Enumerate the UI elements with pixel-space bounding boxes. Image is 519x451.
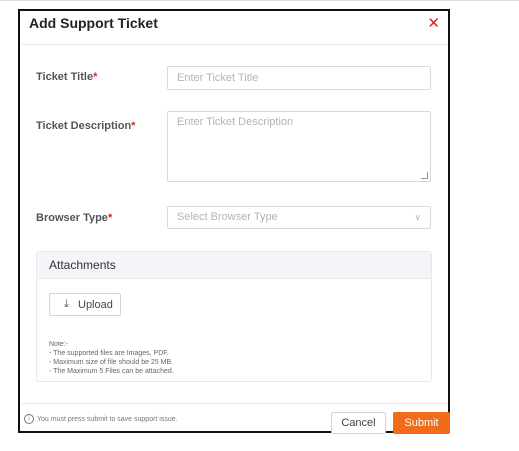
cancel-button[interactable]: Cancel xyxy=(331,412,386,434)
attachments-title: Attachments xyxy=(49,258,116,272)
modal-header: Add Support Ticket ✕ xyxy=(20,11,448,45)
submit-button[interactable]: Submit xyxy=(393,412,450,434)
browser-type-label: Browser Type* xyxy=(36,212,112,224)
ticket-title-input[interactable]: Enter Ticket Title xyxy=(167,66,431,90)
upload-icon: ⤓ xyxy=(64,298,69,310)
upload-label: Upload xyxy=(78,299,113,311)
resize-handle-icon[interactable] xyxy=(421,172,428,179)
modal-footer: i You must press submit to save support i… xyxy=(20,403,450,434)
footer-note: i You must press submit to save support i… xyxy=(24,414,178,424)
ticket-title-label-text: Ticket Title xyxy=(36,71,94,83)
ticket-description-placeholder: Enter Ticket Description xyxy=(177,116,294,128)
footer-note-text: You must press submit to save support is… xyxy=(37,415,178,423)
required-mark: * xyxy=(131,120,136,132)
upload-button[interactable]: ⤓ Upload xyxy=(49,293,121,316)
info-icon: i xyxy=(24,414,34,424)
attachment-notes: Note:- - The supported files are Images,… xyxy=(49,340,174,376)
close-icon[interactable]: ✕ xyxy=(427,15,440,33)
ticket-description-label: Ticket Description* xyxy=(36,120,135,132)
top-divider xyxy=(0,0,519,1)
chevron-down-icon: ∨ xyxy=(414,212,421,222)
ticket-description-textarea[interactable]: Enter Ticket Description xyxy=(167,111,431,182)
browser-type-select[interactable]: Select Browser Type ∨ xyxy=(167,206,431,229)
note-line: - The supported files are Images, PDF. xyxy=(49,350,169,357)
required-mark: * xyxy=(107,212,113,224)
add-support-ticket-modal: Add Support Ticket ✕ Ticket Title* Enter… xyxy=(18,9,450,434)
ticket-title-placeholder: Enter Ticket Title xyxy=(177,72,259,84)
modal-title: Add Support Ticket xyxy=(29,15,158,31)
required-mark: * xyxy=(93,71,98,83)
attachments-header: Attachments xyxy=(37,252,431,279)
note-line: Note:- xyxy=(49,341,69,348)
note-line: - The Maximum 5 Files can be attached. xyxy=(49,368,174,375)
note-line: - Maximum size of file should be 25 MB. xyxy=(49,359,174,366)
browser-type-placeholder: Select Browser Type xyxy=(177,211,278,223)
ticket-title-label: Ticket Title* xyxy=(36,71,97,83)
ticket-description-label-text: Ticket Description xyxy=(36,120,132,132)
attachments-panel: Attachments ⤓ Upload Note:- - The suppor… xyxy=(36,251,432,382)
browser-type-label-text: Browser Type xyxy=(36,212,108,224)
